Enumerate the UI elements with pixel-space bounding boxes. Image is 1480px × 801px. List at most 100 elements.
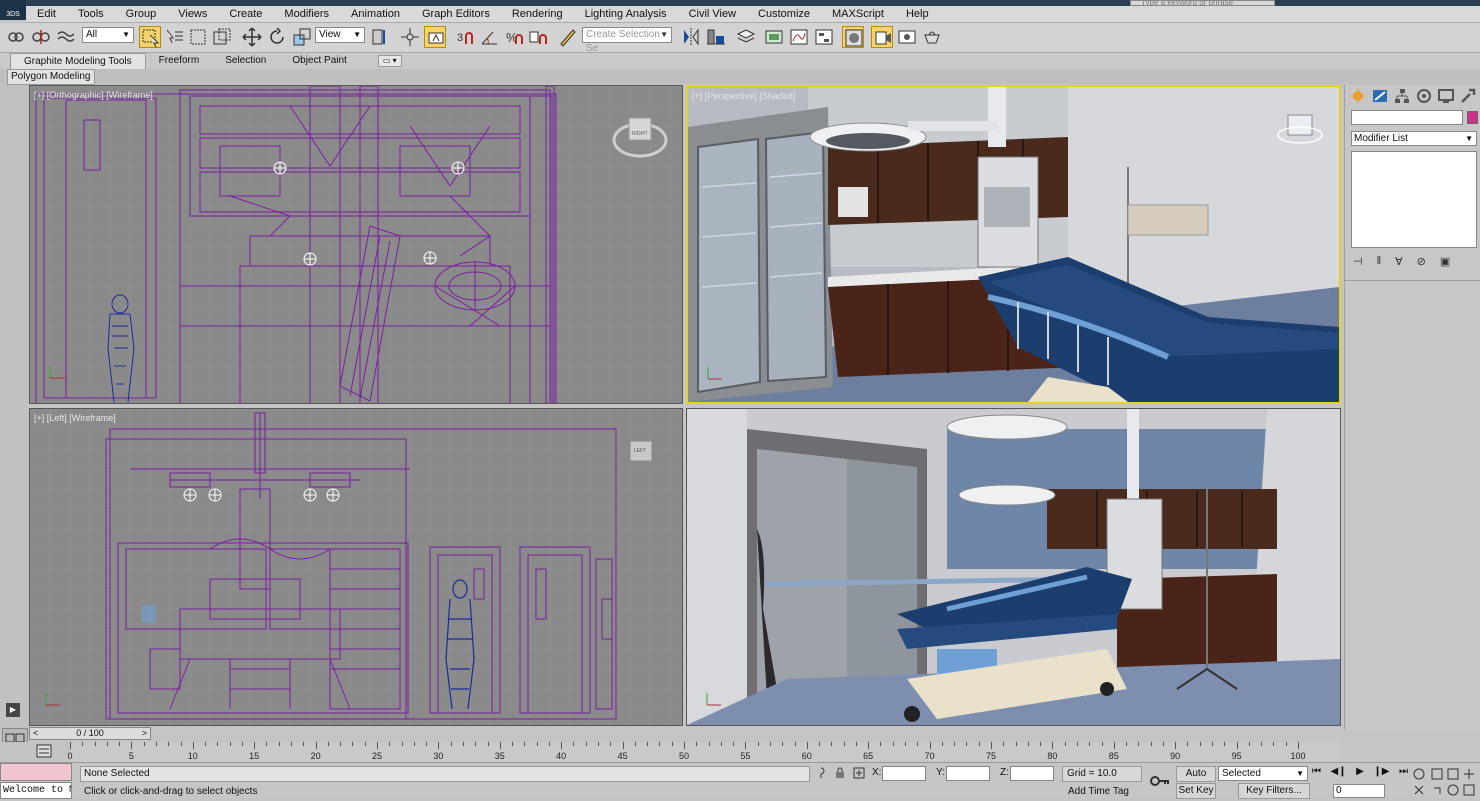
viewport-label-orthographic[interactable]: [+] [Orthographic] [Wireframe] (34, 90, 153, 100)
motion-tab-icon[interactable] (1415, 87, 1433, 105)
go-to-end-icon[interactable]: ⏭ (1399, 766, 1408, 782)
menu-views[interactable]: Views (167, 6, 218, 23)
render-production-icon[interactable] (921, 26, 943, 48)
render-setup-icon[interactable] (871, 26, 893, 48)
modifier-list-dropdown[interactable]: Modifier List ▼ (1351, 131, 1477, 146)
keyboard-shortcut-override-icon[interactable] (424, 26, 446, 48)
menu-civil-view[interactable]: Civil View (678, 6, 747, 23)
material-editor-icon[interactable] (842, 26, 864, 48)
viewport-label-left[interactable]: [+] [Left] [Wireframe] (34, 413, 116, 423)
viewport-camera[interactable] (686, 408, 1341, 726)
move-icon[interactable] (241, 26, 263, 48)
angle-snap-icon[interactable] (479, 26, 501, 48)
viewport-orthographic[interactable]: [+] [Orthographic] [Wireframe] RIGHT (29, 85, 683, 404)
viewport-label-perspective[interactable]: [+] [Perspective] [Shaded] (692, 91, 795, 101)
menu-lighting-analysis[interactable]: Lighting Analysis (574, 6, 678, 23)
next-frame-icon[interactable]: ❙▶ (1373, 766, 1389, 782)
application-button[interactable]: 3DS (0, 0, 26, 20)
go-to-start-icon[interactable]: ⏮ (1312, 766, 1321, 782)
percent-snap-icon[interactable]: % (503, 26, 525, 48)
viewcube-face-label-left[interactable]: LEFT (634, 448, 646, 454)
x-coord-input[interactable] (882, 766, 926, 781)
absolute-mode-icon[interactable] (853, 767, 865, 779)
play-animation-icon[interactable]: ▶ (1356, 766, 1364, 782)
modify-tab-icon[interactable] (1371, 87, 1389, 105)
menu-animation[interactable]: Animation (340, 6, 411, 23)
reference-coordinate-dropdown[interactable]: View ▼ (315, 27, 365, 43)
key-filters-button[interactable]: Key Filters... (1238, 783, 1310, 799)
link-icon[interactable] (5, 26, 27, 48)
previous-frame-icon[interactable]: ◀❙ (1331, 766, 1347, 782)
key-mode-dropdown[interactable]: Selected ▼ (1218, 766, 1308, 781)
select-by-name-icon[interactable] (163, 26, 185, 48)
menu-create[interactable]: Create (218, 6, 273, 23)
object-name-input[interactable] (1351, 110, 1463, 125)
mini-curve-editor-icon[interactable] (35, 743, 53, 759)
menu-tools[interactable]: Tools (67, 6, 115, 23)
key-icon[interactable] (1148, 769, 1172, 793)
maxscript-output[interactable]: Welcome to M (0, 782, 72, 799)
align-icon[interactable] (705, 26, 727, 48)
time-slider[interactable]: < 0 / 100 > (29, 727, 151, 740)
schematic-view-icon[interactable] (813, 26, 835, 48)
y-coord-input[interactable] (946, 766, 990, 781)
snaps-toggle-icon[interactable]: 3 (455, 26, 477, 48)
menu-customize[interactable]: Customize (747, 6, 821, 23)
create-tab-icon[interactable] (1349, 87, 1367, 105)
edit-named-selection-icon[interactable] (557, 26, 579, 48)
show-end-result-icon[interactable]: ‖ (1377, 255, 1382, 267)
isolate-selection-icon[interactable] (815, 767, 827, 779)
set-key-button[interactable]: Set Key (1176, 783, 1216, 799)
pin-stack-icon[interactable]: ⊣ (1353, 255, 1363, 268)
tab-graphite-modeling-tools[interactable]: Graphite Modeling Tools (10, 52, 146, 70)
curve-editor-icon[interactable] (788, 26, 810, 48)
rotate-icon[interactable] (266, 26, 288, 48)
make-unique-icon[interactable]: ∀ (1395, 255, 1403, 268)
named-selection-dropdown[interactable]: Create Selection Se ▼ (582, 27, 672, 54)
maxscript-mini-listener[interactable] (0, 763, 72, 781)
select-manipulate-icon[interactable] (399, 26, 421, 48)
viewport-left[interactable]: [+] [Left] [Wireframe] LEFT (29, 408, 683, 726)
unlink-icon[interactable] (30, 26, 52, 48)
scale-icon[interactable] (291, 26, 313, 48)
add-time-tag-button[interactable]: Add Time Tag (1062, 785, 1129, 799)
time-slider-prev[interactable]: < (33, 728, 38, 739)
current-frame-input[interactable]: 0 (1333, 784, 1385, 798)
configure-modifier-sets-icon[interactable]: ▣ (1440, 255, 1450, 268)
ribbon-options-button[interactable]: ▭ ▾ (377, 55, 402, 67)
window-crossing-icon[interactable] (211, 26, 233, 48)
menu-group[interactable]: Group (115, 6, 168, 23)
tab-freeform[interactable]: Freeform (146, 53, 213, 69)
z-coord-input[interactable] (1010, 766, 1054, 781)
menu-graph-editors[interactable]: Graph Editors (411, 6, 501, 23)
rendered-frame-window-icon[interactable] (896, 26, 918, 48)
bind-spacewarp-icon[interactable] (55, 26, 77, 48)
rectangular-selection-icon[interactable] (187, 26, 209, 48)
select-object-icon[interactable] (139, 26, 161, 48)
object-color-swatch[interactable] (1467, 111, 1478, 124)
hierarchy-tab-icon[interactable] (1393, 87, 1411, 105)
viewport-perspective[interactable]: [+] [Perspective] [Shaded] (686, 85, 1341, 404)
tab-selection[interactable]: Selection (212, 53, 279, 69)
tab-object-paint[interactable]: Object Paint (279, 53, 359, 69)
selection-lock-icon[interactable] (834, 767, 846, 779)
menu-help[interactable]: Help (895, 6, 940, 23)
menu-maxscript[interactable]: MAXScript (821, 6, 895, 23)
display-tab-icon[interactable] (1437, 87, 1455, 105)
mirror-icon[interactable] (680, 26, 702, 48)
menu-edit[interactable]: Edit (26, 6, 67, 23)
auto-key-button[interactable]: Auto Key (1176, 766, 1216, 793)
polygon-modeling-panel[interactable]: Polygon Modeling (7, 69, 95, 85)
remove-modifier-icon[interactable]: ⊘ (1417, 255, 1426, 268)
utilities-tab-icon[interactable] (1459, 87, 1477, 105)
layer-manager-icon[interactable] (735, 26, 757, 48)
menu-rendering[interactable]: Rendering (501, 6, 574, 23)
pivot-center-icon[interactable] (369, 26, 391, 48)
track-bar[interactable]: 0 5 10 15 20 25 30 35 40 45 50 55 60 65 70 75 80 85 90 95 10… (67, 742, 1340, 762)
spinner-snap-icon[interactable] (527, 26, 549, 48)
graphite-toggle-icon[interactable] (763, 26, 785, 48)
menu-modifiers[interactable]: Modifiers (273, 6, 340, 23)
time-slider-next[interactable]: > (142, 728, 147, 739)
viewcube-face-label[interactable]: RIGHT (632, 131, 648, 137)
modifier-stack[interactable] (1351, 151, 1477, 248)
